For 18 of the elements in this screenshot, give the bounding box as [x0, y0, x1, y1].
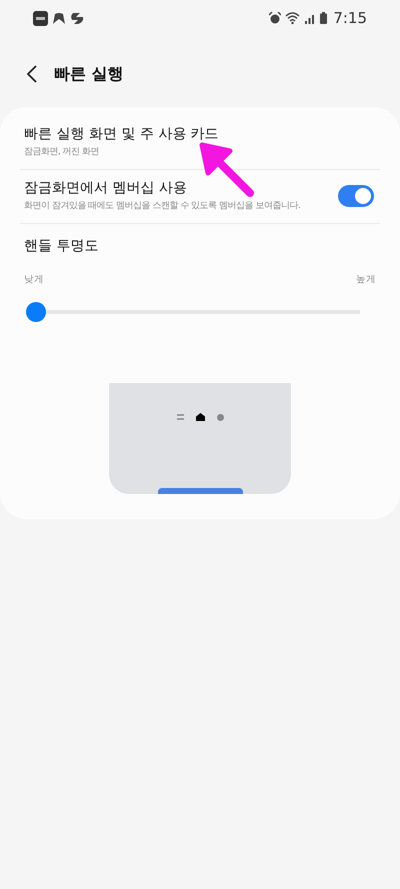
dot-icon [216, 414, 224, 420]
slider-thumb[interactable] [26, 302, 46, 322]
wifi-icon [285, 12, 300, 24]
setting-title: 잠금화면에서 멤버십 사용 [24, 179, 188, 197]
menu-icon [176, 414, 184, 420]
setting-title: 핸들 투명도 [24, 237, 100, 255]
max-label: 높게 [356, 273, 376, 286]
clock-time: 7:15 [333, 9, 367, 27]
page-title: 빠른 실행 [54, 64, 124, 84]
home-icon [196, 413, 204, 421]
min-label: 낮게 [24, 273, 44, 286]
app-icon [33, 10, 48, 26]
setting-description: 화면이 잠겨있을 때에도 멤버십을 스캔할 수 있도록 멤버십을 보여줍니다. [24, 200, 302, 212]
settings-item[interactable]: 빠른 실행 화면 및 주 사용 카드 잠금화면, 꺼진 화면 [0, 115, 400, 169]
signal-icon [304, 12, 316, 24]
toggle-switch[interactable] [338, 184, 374, 206]
alarm-icon [269, 12, 282, 24]
battery-icon [320, 12, 328, 24]
